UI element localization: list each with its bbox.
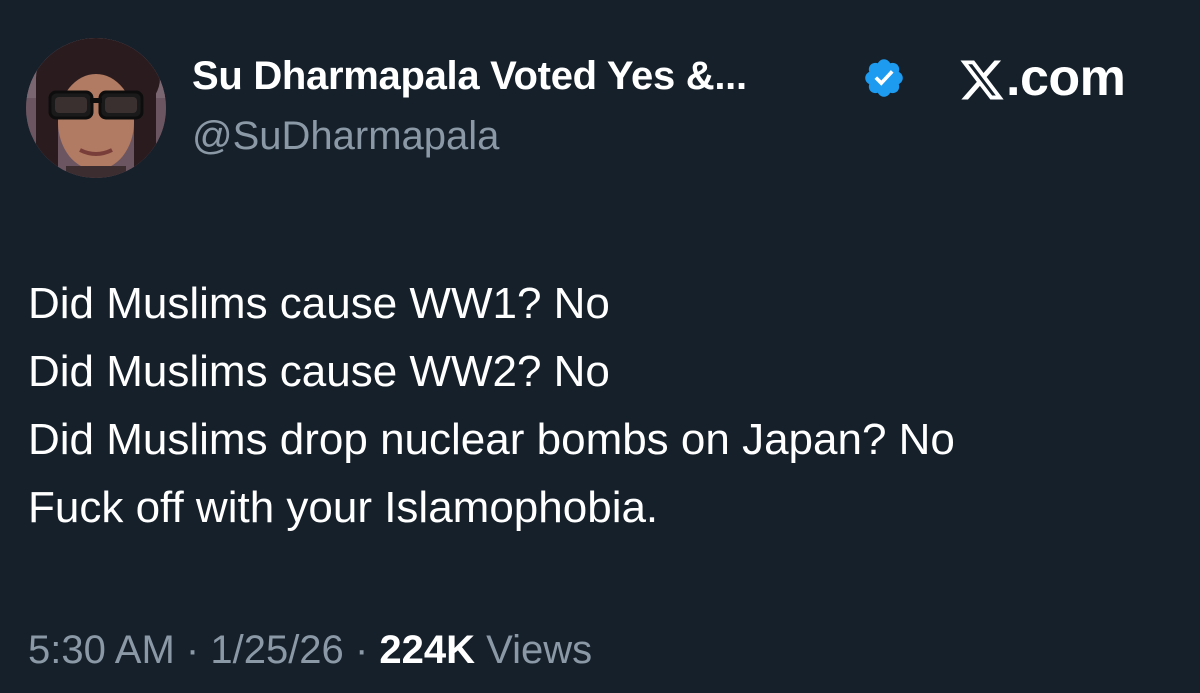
views-label: Views: [486, 628, 593, 672]
views-count[interactable]: 224K: [379, 628, 475, 672]
x-com-watermark: .com: [958, 49, 1126, 107]
tweet-text-line: Fuck off with your Islamophobia.: [28, 483, 659, 532]
tweet-metadata: 5:30 AM · 1/25/26 · 224K Views: [28, 628, 592, 673]
verified-badge-icon: [865, 59, 903, 97]
avatar[interactable]: [26, 38, 166, 178]
user-handle[interactable]: @SuDharmapala: [192, 114, 499, 159]
tweet-time[interactable]: 5:30 AM: [28, 628, 175, 672]
brand-suffix: .com: [1006, 49, 1126, 107]
tweet-text: Did Muslims cause WW1? No Did Muslims ca…: [28, 270, 1178, 542]
display-name[interactable]: Su Dharmapala Voted Yes &...: [192, 54, 747, 99]
tweet-text-line: Did Muslims cause WW2? No: [28, 347, 610, 396]
tweet-card: Su Dharmapala Voted Yes &... @SuDharmapa…: [0, 0, 1200, 693]
meta-separator: ·: [354, 628, 369, 672]
meta-separator: ·: [185, 628, 200, 672]
tweet-date[interactable]: 1/25/26: [210, 628, 343, 672]
tweet-text-line: Did Muslims cause WW1? No: [28, 279, 610, 328]
tweet-text-line: Did Muslims drop nuclear bombs on Japan?…: [28, 415, 955, 464]
x-logo-icon: [960, 60, 1004, 100]
